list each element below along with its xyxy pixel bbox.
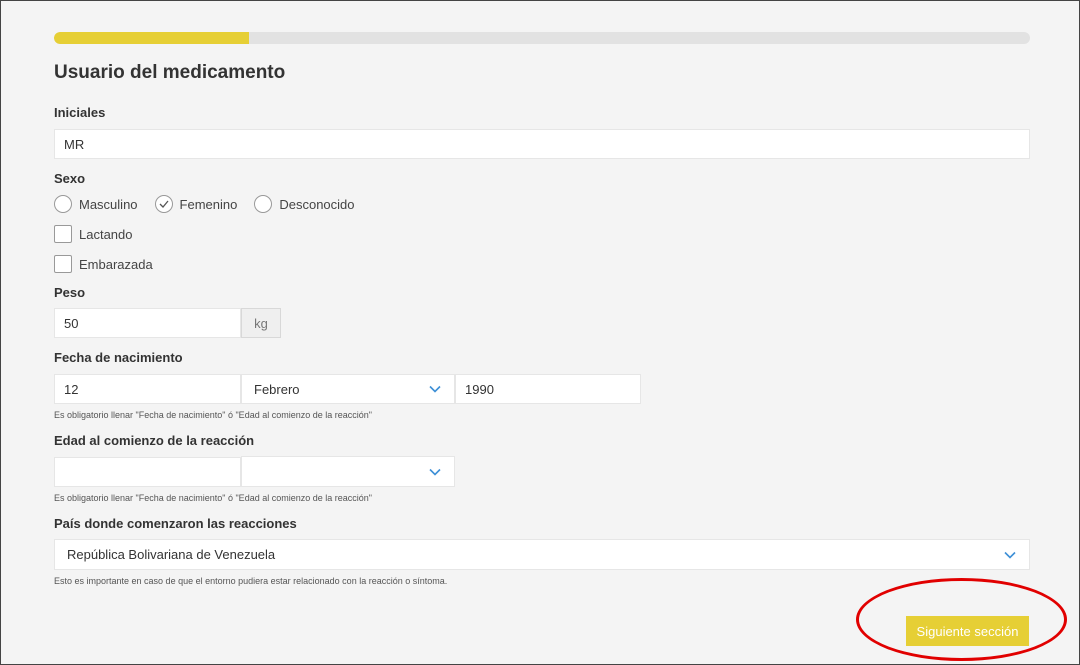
initials-input[interactable]: MR	[54, 129, 1030, 159]
sex-radio-group: Masculino Femenino Desconocido	[54, 195, 372, 213]
birth-date-hint: Es obligatorio llenar "Fecha de nacimien…	[54, 410, 372, 420]
sex-option-label: Desconocido	[279, 196, 355, 212]
birth-year-input[interactable]: 1990	[455, 374, 641, 404]
country-label: País donde comenzaron las reacciones	[54, 516, 297, 531]
age-onset-label: Edad al comienzo de la reacción	[54, 433, 255, 448]
birth-date-label: Fecha de nacimiento	[54, 350, 183, 365]
weight-label: Peso	[54, 285, 86, 300]
birth-month-value: Febrero	[254, 381, 300, 397]
lactating-checkbox[interactable]	[54, 225, 72, 243]
country-select[interactable]: República Bolivariana de Venezuela	[54, 539, 1030, 570]
progress-bar-fill	[54, 32, 250, 44]
section-title: Usuario del medicamento	[54, 62, 286, 83]
check-icon	[159, 200, 169, 208]
pregnant-checkbox-row[interactable]: Embarazada	[54, 255, 153, 273]
sex-option-femenino[interactable]: Femenino	[154, 195, 238, 213]
birth-year-value: 1990	[465, 381, 494, 397]
sex-option-label: Masculino	[79, 196, 138, 212]
pregnant-checkbox[interactable]	[54, 255, 72, 273]
weight-value: 50	[64, 315, 79, 331]
radio-button-checked[interactable]	[154, 195, 173, 213]
lactating-label: Lactando	[79, 226, 133, 242]
lactating-checkbox-row[interactable]: Lactando	[54, 225, 133, 243]
birth-month-select[interactable]: Febrero	[241, 374, 455, 404]
age-onset-input[interactable]	[54, 457, 241, 487]
annotation-ellipse	[856, 578, 1067, 661]
radio-button[interactable]	[254, 195, 273, 213]
sex-option-label: Femenino	[179, 196, 238, 212]
birth-day-input[interactable]: 12	[54, 374, 241, 404]
age-onset-unit-select[interactable]	[241, 456, 455, 487]
country-hint: Esto es importante en caso de que el ent…	[54, 576, 448, 586]
chevron-down-icon	[1004, 551, 1016, 559]
chevron-down-icon	[429, 468, 441, 476]
initials-label: Iniciales	[54, 105, 106, 120]
sex-option-desconocido[interactable]: Desconocido	[254, 195, 355, 213]
progress-bar	[54, 32, 1030, 44]
chevron-down-icon	[429, 385, 441, 393]
radio-button[interactable]	[54, 195, 72, 213]
age-onset-hint: Es obligatorio llenar "Fecha de nacimien…	[54, 493, 372, 503]
country-value: República Bolivariana de Venezuela	[67, 547, 276, 562]
weight-input[interactable]: 50	[54, 308, 241, 338]
pregnant-label: Embarazada	[79, 256, 153, 272]
weight-unit-addon: kg	[241, 308, 281, 338]
sex-option-masculino[interactable]: Masculino	[54, 195, 138, 213]
birth-day-value: 12	[64, 381, 79, 397]
sex-label: Sexo	[54, 171, 86, 186]
initials-value: MR	[64, 136, 85, 152]
